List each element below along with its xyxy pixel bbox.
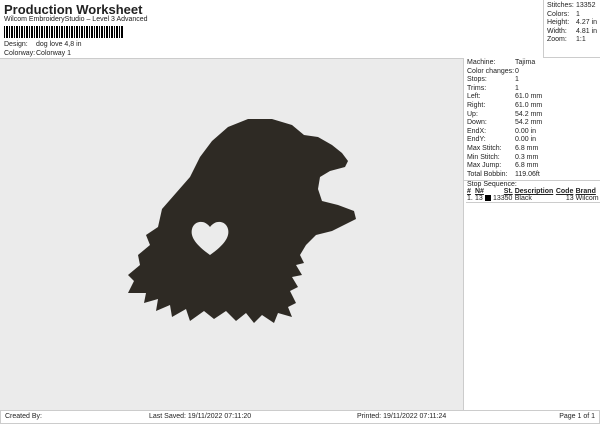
summary-row: Width: 4.81 in bbox=[544, 28, 600, 37]
summary-row: Stitches: 13352 bbox=[544, 2, 600, 11]
summary-label: Width: bbox=[547, 27, 567, 35]
summary-row: Colors: 1 bbox=[544, 11, 600, 20]
details-row: Stops: 1 bbox=[464, 76, 600, 85]
summary-row: Height: 4.27 in bbox=[544, 19, 600, 28]
color-swatch bbox=[484, 195, 491, 202]
details-value: 1 bbox=[515, 76, 519, 84]
details-label: Stops: bbox=[467, 76, 487, 84]
colorway-label: Colorway: bbox=[4, 50, 36, 57]
details-label: Up: bbox=[467, 110, 478, 118]
col-num: # bbox=[467, 188, 471, 196]
details-label: Max Jump: bbox=[467, 162, 502, 170]
summary-label: Height: bbox=[547, 19, 570, 27]
details-value: 61.0 mm bbox=[515, 93, 543, 101]
row-brand: Wilcom bbox=[575, 195, 599, 203]
details-row: Down: 54.2 mm bbox=[464, 119, 600, 128]
page-title: Production Worksheet bbox=[4, 2, 143, 17]
created-by: Created By: bbox=[5, 413, 42, 420]
design-preview bbox=[0, 58, 463, 411]
details-label: Machine: bbox=[467, 59, 496, 66]
details-value: 6.8 mm bbox=[515, 144, 539, 152]
details-row: Color changes: 0 bbox=[464, 68, 600, 77]
row-code: 13 bbox=[565, 195, 574, 203]
details-row: Min Stitch: 0.3 mm bbox=[464, 154, 600, 163]
col-description: Description bbox=[514, 188, 554, 196]
footer: Created By: Last Saved: 19/11/2022 07:11… bbox=[0, 410, 600, 424]
summary-row: Zoom: 1:1 bbox=[544, 36, 600, 45]
details-panel: Machine: Tajima Color changes: 0 Stops: 1 Trim… bbox=[463, 58, 600, 410]
last-saved: Last Saved: 19/11/2022 07:11:20 bbox=[149, 413, 252, 420]
details-row: Up: 54.2 mm bbox=[464, 111, 600, 120]
details-row: Right: 61.0 mm bbox=[464, 102, 600, 111]
details-row: Max Stitch: 6.8 mm bbox=[464, 145, 600, 154]
row-stitches: 13350 bbox=[492, 195, 513, 203]
details-value: 119.06ft bbox=[515, 170, 540, 178]
details-value: 0.00 in bbox=[515, 136, 537, 144]
details-row: EndX: 0.00 in bbox=[464, 128, 600, 137]
design-label: Design: bbox=[4, 41, 28, 48]
col-needle: N# bbox=[474, 188, 484, 196]
summary-value: 1:1 bbox=[576, 36, 586, 44]
details-label: Right: bbox=[467, 101, 486, 109]
col-stitches: St. bbox=[503, 188, 513, 196]
row-needle: 13 bbox=[474, 195, 492, 203]
summary-label: Zoom: bbox=[547, 36, 567, 44]
col-brand: Brand bbox=[575, 188, 596, 196]
barcode bbox=[4, 26, 124, 38]
details-row: Total Bobbin: 119.06ft bbox=[464, 171, 600, 180]
details-value: 61.0 mm bbox=[515, 101, 543, 109]
stop-sequence-title: Stop Sequence: bbox=[464, 180, 600, 188]
row-num: 1. bbox=[467, 195, 473, 203]
details-value: Tajima bbox=[515, 59, 536, 66]
printed-date: Printed: 19/11/2022 07:11:24 bbox=[357, 413, 447, 420]
summary-value: 1 bbox=[576, 10, 580, 18]
details-value: 0 bbox=[515, 67, 519, 75]
stop-sequence-table: # N# St. Description Code Brand 1. 13 13… bbox=[466, 188, 600, 203]
details-label: Left: bbox=[467, 93, 481, 101]
summary-value: 4.27 in bbox=[576, 19, 598, 27]
details-label: EndX: bbox=[467, 127, 487, 135]
details-row: EndY: 0.00 in bbox=[464, 136, 600, 145]
details-value: 0.3 mm bbox=[515, 153, 539, 161]
details-label: Max Stitch: bbox=[467, 144, 502, 152]
details-label: Min Stitch: bbox=[467, 153, 500, 161]
details-row: Machine: Tajima bbox=[464, 59, 600, 68]
details-value: 0.00 in bbox=[515, 127, 537, 135]
summary-value: 4.81 in bbox=[576, 27, 598, 35]
details-label: Total Bobbin: bbox=[467, 170, 508, 178]
details-value: 1 bbox=[515, 84, 519, 92]
details-label: EndY: bbox=[467, 136, 486, 144]
design-value: dog love 4,8 in bbox=[36, 41, 82, 48]
summary-value: 13352 bbox=[576, 2, 596, 9]
details-label: Trims: bbox=[467, 84, 487, 92]
summary-label: Colors: bbox=[547, 10, 570, 18]
details-row: Trims: 1 bbox=[464, 85, 600, 94]
row-description: Black bbox=[514, 195, 532, 203]
page-number: Page 1 of 1 bbox=[559, 413, 595, 420]
software-subtitle: Wilcom EmbroideryStudio – Level 3 Advanc… bbox=[4, 16, 148, 23]
dog-embroidery-design bbox=[128, 119, 356, 323]
details-value: 54.2 mm bbox=[515, 119, 543, 127]
details-row: Max Jump: 6.8 mm bbox=[464, 162, 600, 171]
colorway-value: Colorway 1 bbox=[36, 50, 72, 57]
table-row: 1. 13 13350 Black 13 Wilcom bbox=[466, 195, 600, 203]
details-value: 6.8 mm bbox=[515, 162, 539, 170]
summary-label: Stitches: bbox=[547, 2, 574, 9]
col-code: Code bbox=[555, 188, 574, 196]
details-value: 54.2 mm bbox=[515, 110, 543, 118]
summary-box: Stitches: 13352 Colors: 1 Height: 4.27 in Widt… bbox=[543, 0, 600, 58]
details-label: Color changes: bbox=[467, 67, 515, 75]
details-label: Down: bbox=[467, 119, 487, 127]
details-row: Left: 61.0 mm bbox=[464, 93, 600, 102]
